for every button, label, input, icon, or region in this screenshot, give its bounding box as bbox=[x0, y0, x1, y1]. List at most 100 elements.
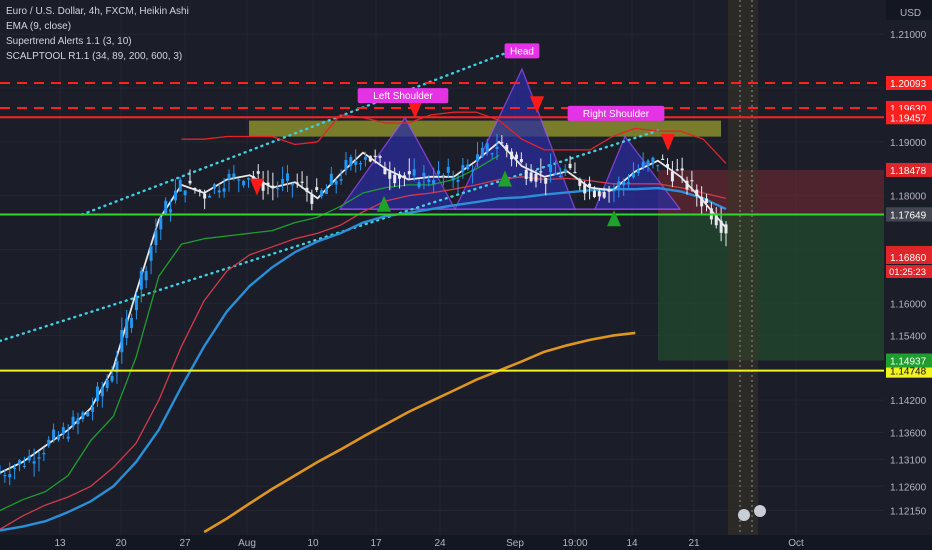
candle-body bbox=[402, 175, 406, 178]
candle-body bbox=[510, 151, 514, 160]
candle-body bbox=[407, 171, 411, 175]
x-tick-label[interactable]: 24 bbox=[434, 538, 446, 549]
candle-body bbox=[281, 178, 285, 184]
candle-body bbox=[76, 418, 80, 425]
time-axis[interactable]: 13 20 27 Aug 10 17 24 Sep 19:00 14 21 Oct bbox=[0, 535, 932, 550]
candle-body bbox=[56, 435, 60, 440]
candle-body bbox=[437, 170, 441, 175]
candle-body bbox=[427, 179, 431, 182]
candle-body bbox=[544, 177, 548, 184]
x-tick-label[interactable]: 21 bbox=[688, 538, 700, 549]
candle-body bbox=[310, 194, 314, 204]
candle-body bbox=[193, 187, 197, 190]
candle-body bbox=[588, 183, 592, 187]
candle-body bbox=[144, 270, 148, 281]
x-tick-label[interactable]: 14 bbox=[626, 538, 638, 549]
candle-body bbox=[583, 184, 587, 194]
resistance-zone bbox=[249, 120, 721, 137]
candle-body bbox=[32, 461, 36, 464]
candle-body bbox=[251, 175, 255, 179]
candle-body bbox=[695, 189, 699, 196]
candle-body bbox=[680, 168, 684, 171]
candle-body bbox=[666, 164, 670, 168]
candle-body bbox=[164, 200, 168, 214]
candle-body bbox=[81, 412, 85, 420]
candle-body bbox=[300, 181, 304, 183]
x-tick-label[interactable]: 19:00 bbox=[562, 538, 587, 549]
candle-body bbox=[490, 153, 494, 155]
candle-body bbox=[159, 217, 163, 230]
candle-body bbox=[212, 184, 216, 189]
candle-body bbox=[656, 164, 660, 167]
candle-body bbox=[524, 169, 528, 179]
candle-body bbox=[285, 173, 289, 181]
candle-body bbox=[627, 182, 631, 184]
x-tick-label[interactable]: Oct bbox=[788, 538, 804, 549]
x-tick-label[interactable]: 20 bbox=[115, 538, 127, 549]
y-tick-label: 1.13600 bbox=[890, 428, 927, 439]
candle-body bbox=[100, 387, 104, 397]
candle-body bbox=[461, 165, 465, 172]
x-tick-label[interactable]: 13 bbox=[54, 538, 66, 549]
candle-body bbox=[456, 180, 460, 182]
candle-body bbox=[383, 167, 387, 175]
flag-icon bbox=[738, 509, 750, 521]
candle-body bbox=[714, 214, 718, 226]
candle-body bbox=[378, 156, 382, 158]
candle-body bbox=[110, 375, 114, 382]
candle-body bbox=[451, 178, 455, 181]
candle-body bbox=[66, 436, 70, 439]
candle-body bbox=[597, 191, 601, 197]
candle-body bbox=[719, 220, 723, 233]
candle-body bbox=[290, 184, 294, 186]
x-tick-label[interactable]: 10 bbox=[307, 538, 319, 549]
candle-body bbox=[271, 185, 275, 189]
candle-body bbox=[276, 188, 280, 190]
x-tick-label[interactable]: Aug bbox=[238, 538, 256, 549]
candle-body bbox=[446, 166, 450, 173]
candle-body bbox=[553, 172, 557, 175]
candle-body bbox=[700, 196, 704, 207]
candle-body bbox=[505, 145, 509, 151]
countdown-text: 01:25:23 bbox=[889, 267, 926, 278]
currency-label: USD bbox=[900, 8, 921, 19]
y-tick-label: 1.21000 bbox=[890, 30, 927, 41]
candle-body bbox=[208, 195, 212, 198]
chart-legend: Euro / U.S. Dollar, 4h, FXCM, Heikin Ash… bbox=[6, 4, 189, 64]
candle-body bbox=[125, 318, 129, 338]
candle-body bbox=[549, 164, 553, 173]
ema-legend[interactable]: EMA (9, close) bbox=[6, 19, 189, 34]
pattern-label-text: Right Shoulder bbox=[583, 109, 650, 120]
candle-body bbox=[105, 380, 109, 389]
pattern-label-text: Left Shoulder bbox=[373, 91, 433, 102]
candle-body bbox=[602, 192, 606, 198]
x-tick-label[interactable]: Sep bbox=[506, 538, 524, 549]
supertrend-legend[interactable]: Supertrend Alerts 1.1 (3, 10) bbox=[6, 34, 189, 49]
y-tick-label: 1.18000 bbox=[890, 192, 927, 203]
candle-body bbox=[37, 457, 41, 459]
candle-body bbox=[685, 180, 689, 190]
symbol-title[interactable]: Euro / U.S. Dollar, 4h, FXCM, Heikin Ash… bbox=[6, 4, 189, 19]
scalptool-legend[interactable]: SCALPTOOL R1.1 (34, 89, 200, 600, 3) bbox=[6, 49, 189, 64]
x-tick-label[interactable]: 27 bbox=[179, 538, 191, 549]
candle-body bbox=[71, 416, 75, 427]
candle-body bbox=[22, 465, 26, 468]
candle-body bbox=[558, 175, 562, 178]
candle-body bbox=[329, 173, 333, 185]
take-profit-zone bbox=[658, 214, 884, 361]
future-area bbox=[728, 0, 758, 535]
candle-body bbox=[422, 172, 426, 177]
candle-body bbox=[539, 171, 543, 173]
candle-body bbox=[368, 155, 372, 162]
candle-body bbox=[359, 163, 363, 165]
candle-body bbox=[363, 157, 367, 160]
candle-body bbox=[466, 164, 470, 170]
candle-body bbox=[349, 157, 353, 166]
candle-body bbox=[514, 154, 518, 159]
price-chart[interactable]: 1.200931.196301.194571.176511.14748 Left… bbox=[0, 0, 932, 550]
x-tick-label[interactable]: 17 bbox=[370, 538, 382, 549]
candle-body bbox=[320, 190, 324, 197]
candle-body bbox=[237, 179, 241, 181]
candle-body bbox=[563, 169, 567, 172]
candle-body bbox=[519, 158, 523, 163]
